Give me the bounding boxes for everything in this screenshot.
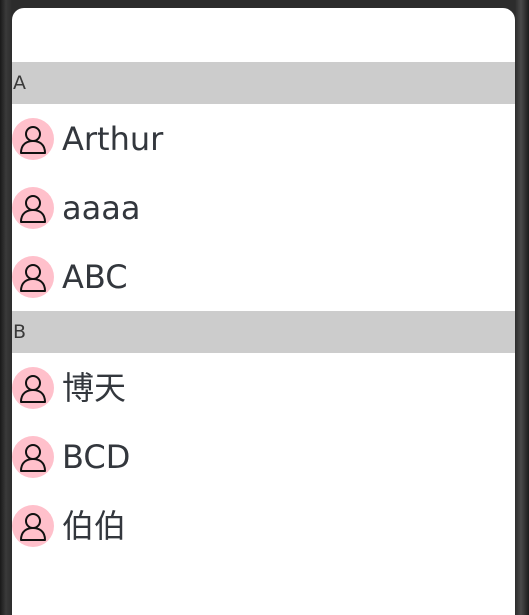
person-icon (12, 255, 54, 298)
contact-name: aaaa (62, 188, 141, 227)
contact-row[interactable]: BCD (12, 422, 515, 491)
contact-name: 伯伯 (62, 506, 127, 545)
person-icon (12, 117, 54, 160)
person-icon (12, 186, 54, 229)
contact-list-screen: A Arthur aaaa ABC B 博天 BCD 伯伯 (12, 8, 515, 615)
section-header-a: A (12, 62, 515, 104)
contact-row[interactable]: 博天 (12, 353, 515, 422)
top-spacer (12, 8, 515, 62)
person-icon (12, 366, 54, 409)
contact-row[interactable]: ABC (12, 242, 515, 311)
section-header-b: B (12, 311, 515, 353)
contact-row[interactable]: aaaa (12, 173, 515, 242)
person-icon (12, 435, 54, 478)
device-frame-right (515, 0, 529, 615)
contact-row[interactable]: Arthur (12, 104, 515, 173)
contact-name: 博天 (62, 368, 127, 407)
contact-row[interactable]: 伯伯 (12, 491, 515, 560)
contact-name: Arthur (62, 119, 164, 158)
person-icon (12, 504, 54, 547)
contact-name: ABC (62, 257, 128, 296)
contact-name: BCD (62, 437, 131, 476)
